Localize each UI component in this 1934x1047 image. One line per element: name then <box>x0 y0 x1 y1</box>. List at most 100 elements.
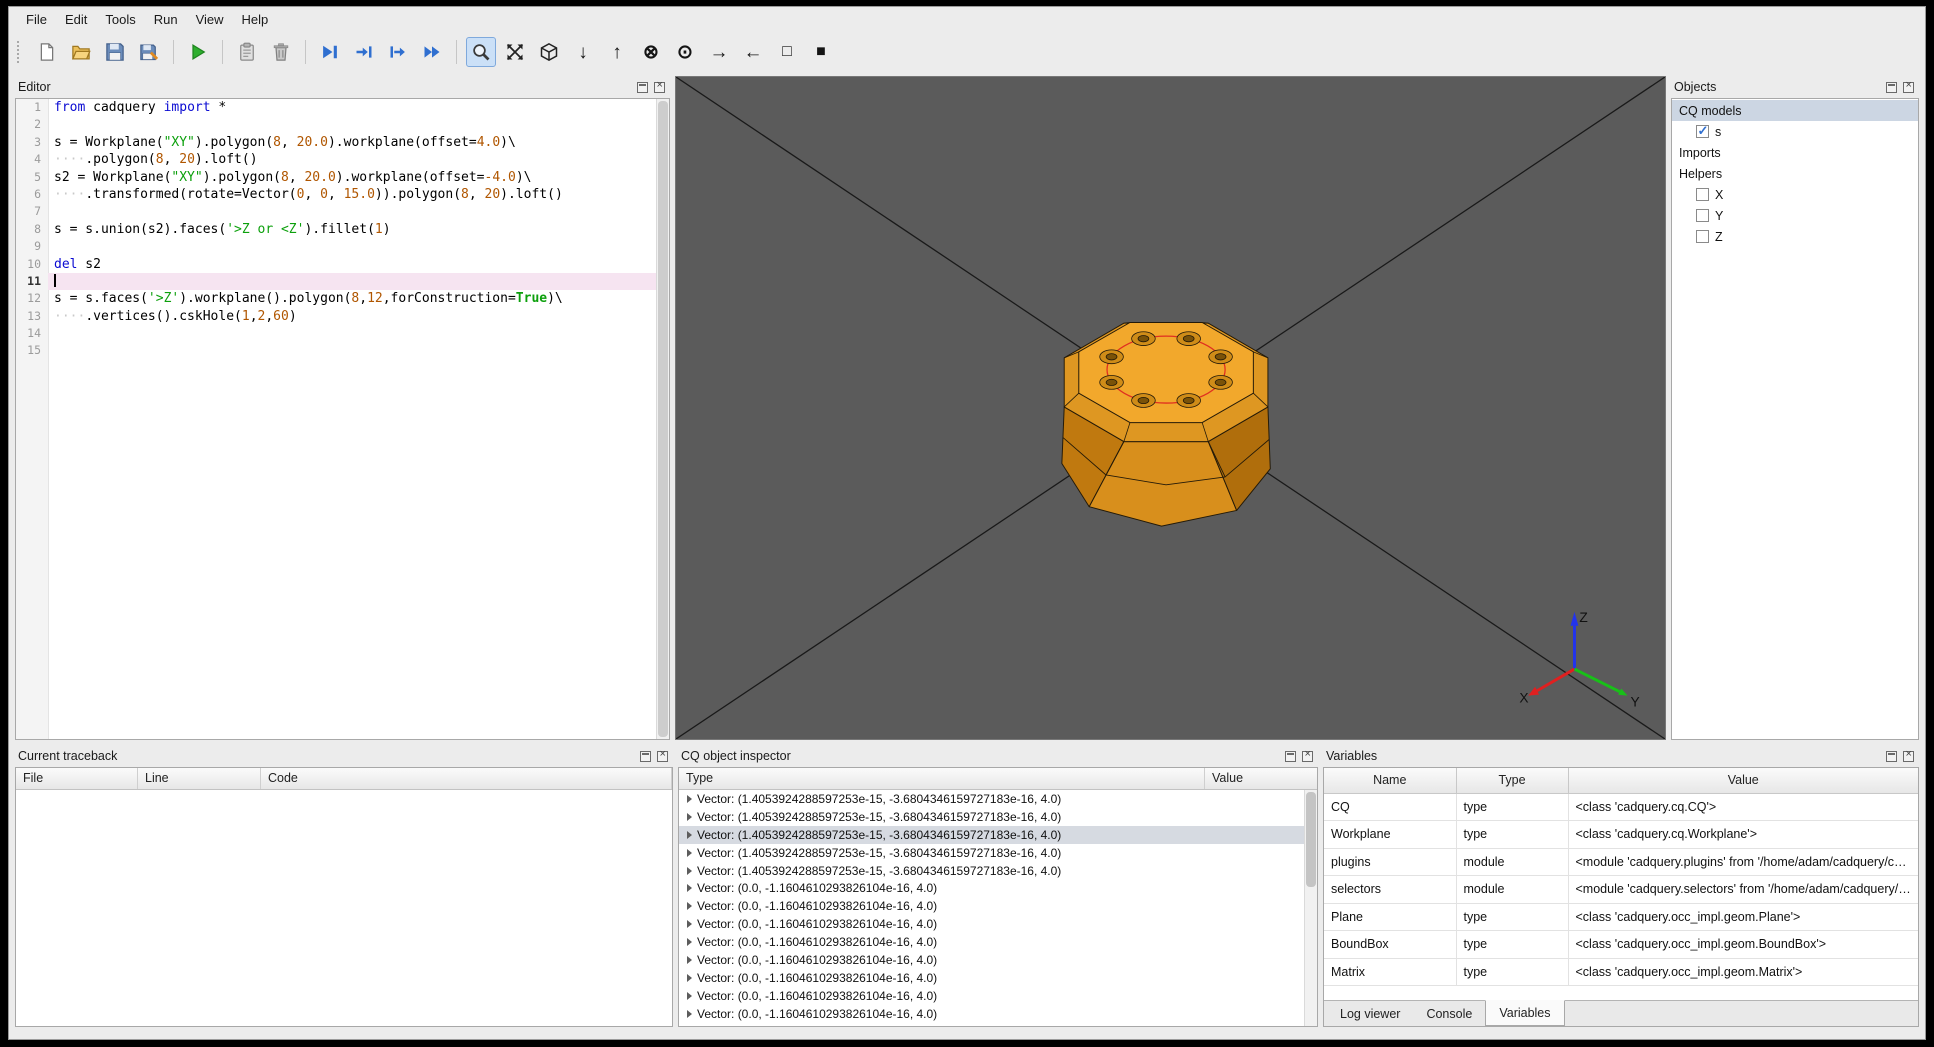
code-line-13[interactable]: 13 ····.vertices().cskHole(1,2,60) <box>16 308 669 325</box>
right-view-button[interactable]: → <box>704 37 734 67</box>
inspector-row[interactable]: Vector: (0.0, -1.1604610293826104e-16, 4… <box>679 879 1304 897</box>
code-line-2[interactable]: 2 <box>16 116 669 133</box>
wireframe-button[interactable]: □ <box>772 37 802 67</box>
expand-arrow-icon[interactable] <box>687 848 692 857</box>
float-panel-icon[interactable] <box>640 750 651 762</box>
inspector-row[interactable]: Vector: (0.0, -1.1604610293826104e-16, 4… <box>679 951 1304 969</box>
code-line-4[interactable]: 4 ····.polygon(8, 20).loft() <box>16 151 669 168</box>
column-type[interactable]: Type <box>679 768 1205 789</box>
float-panel-icon[interactable] <box>1886 81 1897 93</box>
inspector-row[interactable]: Vector: (0.0, -1.1604610293826104e-16, 4… <box>679 987 1304 1005</box>
menu-item-run[interactable]: Run <box>145 9 187 30</box>
tree-item-x[interactable]: X <box>1672 184 1918 205</box>
expand-arrow-icon[interactable] <box>687 920 692 929</box>
code-line-15[interactable]: 15 <box>16 342 669 359</box>
tree-item-y[interactable]: Y <box>1672 205 1918 226</box>
expand-arrow-icon[interactable] <box>687 1009 692 1018</box>
variable-row[interactable]: Workplane type <class 'cadquery.cq.Workpla… <box>1324 820 1918 849</box>
expand-arrow-icon[interactable] <box>687 902 692 911</box>
open-button[interactable] <box>66 37 96 67</box>
close-panel-icon[interactable] <box>1903 79 1914 93</box>
code-line-10[interactable]: 10 del s2 <box>16 256 669 273</box>
menu-item-tools[interactable]: Tools <box>96 9 144 30</box>
save-as-button[interactable] <box>134 37 164 67</box>
close-panel-icon[interactable] <box>1302 748 1313 762</box>
variable-row[interactable]: Plane type <class 'cadquery.occ_impl.geom.… <box>1324 902 1918 931</box>
column-code[interactable]: Code <box>261 768 672 789</box>
debug-continue-button[interactable] <box>417 37 447 67</box>
variable-row[interactable]: CQ type <class 'cadquery.cq.CQ'> <box>1324 792 1918 821</box>
code-line-5[interactable]: 5 s2 = Workplane("XY").polygon(8, 20.0).w… <box>16 169 669 186</box>
checkbox-x[interactable] <box>1696 188 1709 201</box>
tree-item-imports[interactable]: Imports <box>1672 142 1918 163</box>
column-value[interactable]: Value <box>1567 768 1918 794</box>
back-view-button[interactable]: ⊙ <box>670 37 700 67</box>
column-value[interactable]: Value <box>1205 768 1317 789</box>
variable-row[interactable]: selectors module <module 'cadquery.selecto… <box>1324 875 1918 904</box>
editor-scrollbar[interactable] <box>656 99 669 739</box>
debug-step-button[interactable] <box>315 37 345 67</box>
delete-button[interactable] <box>266 37 296 67</box>
float-panel-icon[interactable] <box>1886 750 1897 762</box>
expand-arrow-icon[interactable] <box>687 973 692 982</box>
tab-log-viewer[interactable]: Log viewer <box>1327 1001 1413 1026</box>
variable-row[interactable]: Matrix type <class 'cadquery.occ_impl.geom… <box>1324 957 1918 986</box>
code-line-6[interactable]: 6 ····.transformed(rotate=Vector(0, 0, 15… <box>16 186 669 203</box>
code-line-12[interactable]: 12 s = s.faces('>Z').workplane().polygon(… <box>16 290 669 307</box>
tree-item-cq-models[interactable]: CQ models <box>1672 100 1918 121</box>
expand-arrow-icon[interactable] <box>687 991 692 1000</box>
code-line-9[interactable]: 9 <box>16 238 669 255</box>
new-file-button[interactable] <box>32 37 62 67</box>
column-file[interactable]: File <box>16 768 138 789</box>
checkbox-s[interactable] <box>1696 123 1709 139</box>
expand-arrow-icon[interactable] <box>687 884 692 893</box>
inspector-row[interactable]: Vector: (1.4053924288597253e-15, -3.6804… <box>679 790 1304 808</box>
menu-item-file[interactable]: File <box>17 9 56 30</box>
shaded-button[interactable]: ■ <box>806 37 836 67</box>
inspector-row[interactable]: Vector: (0.0, -1.1604610293826104e-16, 4… <box>679 897 1304 915</box>
tree-item-z[interactable]: Z <box>1672 226 1918 247</box>
inspector-row[interactable]: Vector: (1.4053924288597253e-15, -3.6804… <box>679 808 1304 826</box>
menu-item-view[interactable]: View <box>187 9 233 30</box>
close-panel-icon[interactable] <box>654 79 665 93</box>
checkbox-y[interactable] <box>1696 209 1709 222</box>
clipboard-button[interactable] <box>232 37 262 67</box>
expand-arrow-icon[interactable] <box>687 938 692 947</box>
inspector-row[interactable]: Vector: (1.4053924288597253e-15, -3.6804… <box>679 825 1304 844</box>
run-button[interactable] <box>183 37 213 67</box>
expand-arrow-icon[interactable] <box>687 955 692 964</box>
column-name[interactable]: Name <box>1324 768 1457 794</box>
code-editor[interactable]: 1 from cadquery import * 2 3 s = Workplane("… <box>16 99 669 739</box>
front-view-button[interactable]: ⊗ <box>636 37 666 67</box>
fit-all-button[interactable] <box>500 37 530 67</box>
expand-arrow-icon[interactable] <box>687 812 692 821</box>
toolbar-grip[interactable] <box>17 41 23 63</box>
float-panel-icon[interactable] <box>1285 750 1296 762</box>
tree-item-helpers[interactable]: Helpers <box>1672 163 1918 184</box>
column-line[interactable]: Line <box>138 768 261 789</box>
inspector-row[interactable]: Vector: (0.0, -1.1604610293826104e-16, 4… <box>679 933 1304 951</box>
code-line-7[interactable]: 7 <box>16 203 669 220</box>
iso-view-button[interactable] <box>534 37 564 67</box>
menu-item-edit[interactable]: Edit <box>56 9 96 30</box>
float-panel-icon[interactable] <box>637 81 648 93</box>
save-button[interactable] <box>100 37 130 67</box>
expand-arrow-icon[interactable] <box>687 830 692 839</box>
inspector-row[interactable]: Vector: (0.0, -1.1604610293826104e-16, 4… <box>679 969 1304 987</box>
code-line-14[interactable]: 14 <box>16 325 669 342</box>
inspector-row[interactable]: Vector: (1.4053924288597253e-15, -3.6804… <box>679 844 1304 862</box>
inspector-row[interactable]: Vector: (1.4053924288597253e-15, -3.6804… <box>679 862 1304 880</box>
debug-step-into-button[interactable] <box>349 37 379 67</box>
viewport-3d[interactable]: Z X Y <box>675 76 1666 740</box>
variable-row[interactable]: plugins module <module 'cadquery.plugins' … <box>1324 847 1918 876</box>
close-panel-icon[interactable] <box>1903 748 1914 762</box>
top-view-button[interactable]: ↓ <box>568 37 598 67</box>
tab-console[interactable]: Console <box>1413 1001 1485 1026</box>
code-line-11[interactable]: 11 <box>16 272 669 291</box>
tree-item-s[interactable]: s <box>1672 121 1918 142</box>
variable-row[interactable]: BoundBox type <class 'cadquery.occ_impl.ge… <box>1324 930 1918 959</box>
column-type[interactable]: Type <box>1455 768 1569 794</box>
tab-variables[interactable]: Variables <box>1485 1000 1565 1026</box>
left-view-button[interactable]: ← <box>738 37 768 67</box>
debug-step-out-button[interactable] <box>383 37 413 67</box>
